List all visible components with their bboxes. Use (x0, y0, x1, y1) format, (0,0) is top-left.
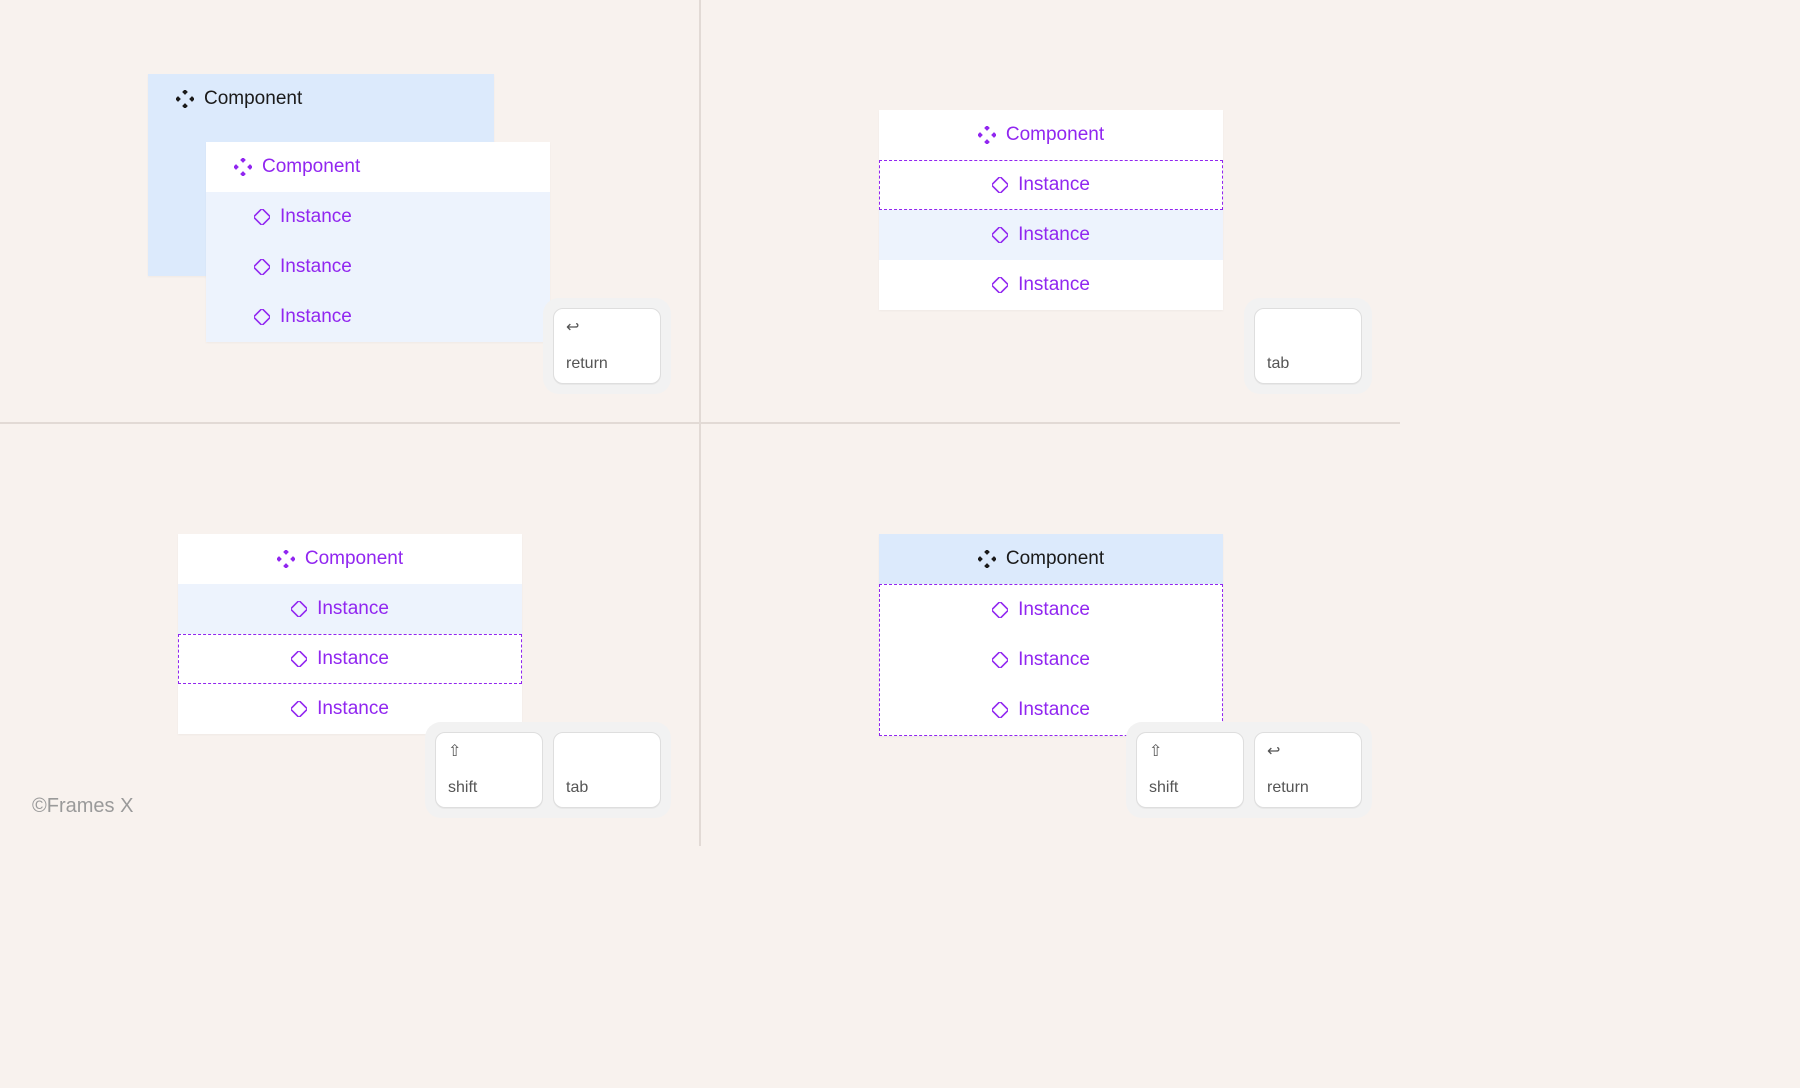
instance-icon (992, 652, 1008, 668)
instance-row[interactable]: Instance (880, 635, 1222, 685)
panel: Component Instance Instance Instance (178, 534, 522, 734)
component-row[interactable]: Component (879, 110, 1223, 160)
instance-icon (992, 177, 1008, 193)
instance-icon (992, 227, 1008, 243)
component-filled-icon (978, 550, 996, 568)
return-glyph-icon: ↩ (1267, 741, 1349, 761)
panel: Component Instance Instance (879, 534, 1223, 736)
component-label: Component (262, 156, 360, 178)
component-row[interactable]: Component (178, 534, 522, 584)
quadrant-top-right: Component Instance Instance Instance (700, 0, 1400, 423)
component-row-back[interactable]: Component (148, 74, 494, 124)
instance-label: Instance (280, 256, 352, 278)
key-return: ↩ return (553, 308, 661, 384)
instance-label: Instance (1018, 699, 1090, 721)
instance-icon (291, 601, 307, 617)
instance-label: Instance (1018, 274, 1090, 296)
key-group: ↩ return (543, 298, 671, 394)
instance-row-selected[interactable]: Instance (178, 634, 522, 684)
instance-row[interactable]: Instance (206, 192, 550, 242)
key-shift: ⇧ shift (1136, 732, 1244, 808)
component-label: Component (204, 88, 302, 110)
instance-icon (291, 701, 307, 717)
return-glyph-icon: ↩ (566, 317, 648, 337)
quadrant-top-left: Component Component Instance Instanc (0, 0, 700, 423)
component-filled-icon (978, 126, 996, 144)
shift-glyph-icon: ⇧ (448, 741, 530, 761)
instance-group-dashed: Instance Instance Instance (879, 584, 1223, 736)
component-row[interactable]: Component (206, 142, 550, 192)
panel: Component Instance Instance Instance (879, 110, 1223, 310)
key-label: shift (448, 779, 530, 797)
instance-icon (254, 209, 270, 225)
instance-label: Instance (317, 598, 389, 620)
shift-glyph-icon: ⇧ (1149, 741, 1231, 761)
key-label: tab (566, 779, 648, 797)
key-label: return (566, 355, 648, 373)
quadrant-bottom-left: Component Instance Instance Instance (0, 423, 700, 846)
component-label: Component (1006, 124, 1104, 146)
key-tab: tab (1254, 308, 1362, 384)
instance-row[interactable]: Instance (178, 584, 522, 634)
key-group: tab (1244, 298, 1372, 394)
instance-label: Instance (317, 648, 389, 670)
instance-icon (254, 309, 270, 325)
instance-icon (254, 259, 270, 275)
instance-label: Instance (1018, 649, 1090, 671)
instance-row[interactable]: Instance (206, 292, 550, 342)
component-filled-icon (277, 550, 295, 568)
key-label: shift (1149, 779, 1231, 797)
instance-row[interactable]: Instance (880, 585, 1222, 635)
component-filled-icon (234, 158, 252, 176)
front-panel: Component Instance Instance Instance (206, 142, 550, 342)
instance-label: Instance (280, 306, 352, 328)
instance-icon (992, 702, 1008, 718)
component-label: Component (1006, 548, 1104, 570)
key-label: return (1267, 779, 1349, 797)
quadrant-bottom-right: Component Instance Instance (700, 423, 1400, 846)
instance-row[interactable]: Instance (206, 242, 550, 292)
instance-icon (291, 651, 307, 667)
component-filled-icon (176, 90, 194, 108)
key-group: ⇧ shift tab (425, 722, 671, 818)
instance-icon (992, 602, 1008, 618)
component-row-selected[interactable]: Component (879, 534, 1223, 584)
instance-row-selected[interactable]: Instance (879, 160, 1223, 210)
instance-row[interactable]: Instance (879, 260, 1223, 310)
key-group: ⇧ shift ↩ return (1126, 722, 1372, 818)
instance-label: Instance (1018, 174, 1090, 196)
key-return: ↩ return (1254, 732, 1362, 808)
instance-icon (992, 277, 1008, 293)
instance-label: Instance (280, 206, 352, 228)
key-label: tab (1267, 355, 1349, 373)
component-label: Component (305, 548, 403, 570)
instance-label: Instance (317, 698, 389, 720)
instance-label: Instance (1018, 224, 1090, 246)
instance-row[interactable]: Instance (879, 210, 1223, 260)
instance-label: Instance (1018, 599, 1090, 621)
key-tab: tab (553, 732, 661, 808)
credit-text: ©Frames X (32, 795, 133, 818)
key-shift: ⇧ shift (435, 732, 543, 808)
